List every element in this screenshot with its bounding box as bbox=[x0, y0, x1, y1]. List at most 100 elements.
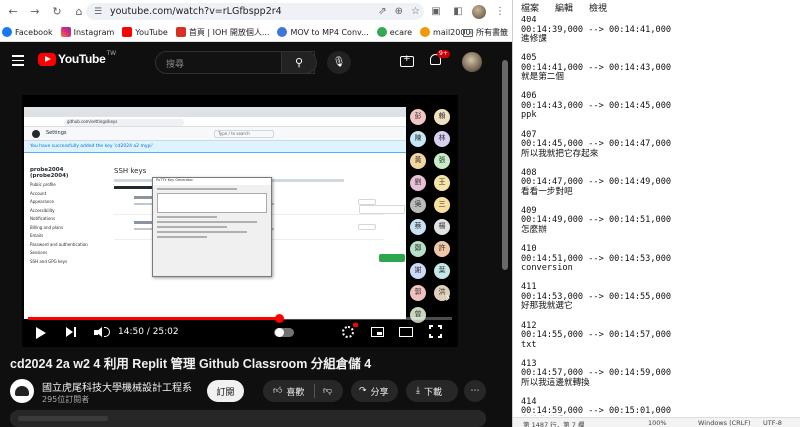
dislike-button[interactable]: 👎︎ bbox=[315, 386, 332, 396]
menu-edit[interactable]: 編輯 bbox=[555, 1, 573, 14]
all-bookmarks-folder[interactable]: 所有書籤 bbox=[463, 23, 508, 42]
video-sidebar-item: Accessibility bbox=[30, 207, 55, 213]
video-sidebar-item: Appearance bbox=[30, 199, 55, 204]
channel-name[interactable]: 國立虎尾科技大學機械設計工程系 bbox=[42, 379, 192, 394]
site-info-icon[interactable]: ☰ bbox=[92, 6, 104, 18]
text-line: 就是第二個 bbox=[521, 72, 564, 83]
channel-logo-icon bbox=[15, 386, 29, 396]
text-line: 00:14:43,000 --> 00:14:45,000 bbox=[521, 100, 672, 111]
bookmark-youtube[interactable]: YouTube bbox=[122, 27, 168, 37]
text-line: 怎麼辦 bbox=[521, 225, 547, 236]
mail-icon bbox=[420, 27, 431, 37]
video-sidebar-item: Password and authentication bbox=[30, 241, 88, 247]
notifications-button[interactable]: 9+ bbox=[430, 50, 450, 68]
search-icon: ⚲ bbox=[294, 56, 304, 69]
extensions-icon[interactable]: ▣ bbox=[428, 4, 444, 20]
folder-icon bbox=[463, 28, 473, 37]
guide-menu-icon[interactable] bbox=[12, 55, 24, 67]
participant-avatar: 謝 bbox=[410, 263, 426, 279]
video-sidebar-item: Notifications bbox=[30, 216, 56, 221]
notepad-text-area[interactable]: 404 00:14:39,000 --> 00:14:41,000 進修課 405 00… bbox=[521, 16, 791, 416]
back-icon[interactable]: ← bbox=[4, 3, 22, 21]
video-player[interactable]: github.com/settings/keys Settings Type /… bbox=[22, 95, 458, 347]
text-line: 所以我這邊就轉換 bbox=[521, 377, 590, 388]
text-line bbox=[521, 159, 791, 169]
bookmark-label: Facebook bbox=[15, 27, 53, 37]
chevron-right-icon[interactable]: › bbox=[445, 290, 457, 308]
video-sidebar-item: SSH and GPG keys bbox=[30, 258, 68, 264]
theater-mode-icon[interactable] bbox=[399, 327, 413, 337]
bookmark-ioh[interactable]: 首頁 | IOH 開放個人... bbox=[175, 27, 269, 38]
globe-icon bbox=[376, 27, 387, 37]
youtube-logo[interactable]: YouTube TW bbox=[38, 50, 116, 66]
desktop: ← → ↻ ⌂ ☰ youtube.com/watch?v=rLGfbspp2r… bbox=[0, 0, 800, 427]
miniplayer-icon[interactable] bbox=[371, 327, 384, 337]
zoom-level: 100% bbox=[648, 419, 667, 427]
autoplay-toggle[interactable] bbox=[274, 328, 294, 337]
play-icon[interactable] bbox=[36, 327, 46, 339]
download-label: 下載 bbox=[423, 387, 442, 398]
github-logo bbox=[32, 130, 40, 138]
video-title: cd2024 2a w2 4 利用 Replit 管理 Github Class… bbox=[10, 357, 372, 371]
forward-icon[interactable]: → bbox=[26, 3, 44, 21]
video-success-banner: You have successfully added the key 'cd2… bbox=[24, 141, 406, 153]
open-in-app-icon[interactable]: ⇗ bbox=[378, 6, 386, 17]
text-line: conversion bbox=[521, 263, 573, 274]
bookmark-star-icon[interactable]: ☆ bbox=[411, 6, 420, 17]
account-avatar[interactable] bbox=[462, 52, 482, 72]
bookmark-facebook[interactable]: Facebook bbox=[2, 27, 53, 37]
progress-bar[interactable] bbox=[28, 314, 452, 323]
voice-search-button[interactable]: 🎙︎ bbox=[327, 51, 351, 74]
address-bar[interactable]: ☰ youtube.com/watch?v=rLGfbspp2r4 ⇗ ⊕ ☆ bbox=[86, 3, 424, 20]
scrubber-handle[interactable] bbox=[275, 314, 285, 323]
download-icon: ⤓ bbox=[416, 386, 420, 396]
video-github-header: Settings Type / to search bbox=[24, 127, 406, 141]
facebook-icon bbox=[2, 27, 12, 37]
participant-avatar: 郭 bbox=[410, 285, 426, 301]
text-line: 00:14:49,000 --> 00:14:51,000 bbox=[521, 215, 672, 226]
browser-menu-icon[interactable]: ⋮ bbox=[492, 4, 508, 20]
profile-avatar[interactable] bbox=[472, 4, 486, 19]
participant-avatar: 王 bbox=[434, 175, 450, 191]
text-line: 看看一步對吧 bbox=[521, 186, 573, 197]
menu-view[interactable]: 檢視 bbox=[589, 1, 607, 14]
side-panel-icon[interactable]: ◧ bbox=[450, 4, 466, 20]
bookmark-instagram[interactable]: Instagram bbox=[60, 27, 114, 37]
bookmark-ecare[interactable]: ecare bbox=[376, 27, 413, 37]
settings-gear-icon[interactable] bbox=[342, 323, 358, 338]
share-button[interactable]: ↷ 分享 bbox=[351, 380, 398, 402]
zoom-icon[interactable]: ⊕ bbox=[395, 6, 403, 17]
create-video-icon[interactable] bbox=[400, 54, 414, 67]
reload-icon[interactable]: ↻ bbox=[48, 3, 66, 21]
video-sidebar-item: Emails bbox=[30, 233, 44, 238]
cursor-position: 第 1487 行，第 7 欄 bbox=[523, 421, 585, 427]
like-button[interactable]: 👍︎ 喜歡 bbox=[263, 384, 315, 398]
video-frame: github.com/settings/keys Settings Type /… bbox=[24, 107, 406, 319]
fullscreen-icon[interactable] bbox=[429, 325, 442, 338]
notepad-status-bar: 第 1487 行，第 7 欄 100% Windows (CRLF) UTF-8 bbox=[513, 417, 800, 427]
download-button[interactable]: ⤓ 下載 bbox=[406, 380, 458, 402]
url-text[interactable]: youtube.com/watch?v=rLGfbspp2r4 bbox=[110, 6, 282, 17]
text-line: 好那我就選它 bbox=[521, 301, 573, 312]
channel-avatar[interactable] bbox=[10, 379, 34, 403]
page-scrollbar[interactable] bbox=[500, 54, 510, 427]
description-box[interactable] bbox=[10, 410, 486, 427]
subscriber-count: 295位訂閱者 bbox=[42, 395, 90, 404]
youtube-play-icon bbox=[38, 52, 56, 66]
participant-avatar: 鄭 bbox=[410, 241, 426, 257]
subscribe-button[interactable]: 訂閱 bbox=[207, 380, 244, 402]
participant-avatar: 張 bbox=[434, 153, 450, 169]
menu-file[interactable]: 檔案 bbox=[521, 1, 539, 14]
video-new-key-button bbox=[379, 254, 405, 262]
search-button[interactable]: ⚲ bbox=[281, 51, 317, 74]
text-line bbox=[521, 388, 791, 398]
bookmark-mov-converter[interactable]: MOV to MP4 Conv... bbox=[277, 27, 369, 37]
text-line bbox=[521, 236, 791, 246]
more-actions-button[interactable]: ⋯ bbox=[464, 380, 486, 402]
scrollbar-thumb[interactable] bbox=[502, 60, 508, 270]
video-page-title: Settings bbox=[46, 130, 67, 136]
video-puttygen-dialog: PuTTY Key Generator bbox=[152, 177, 272, 277]
bookmark-label: ecare bbox=[389, 27, 413, 37]
notification-badge: 9+ bbox=[437, 50, 450, 58]
browser-toolbar: ← → ↻ ⌂ ☰ youtube.com/watch?v=rLGfbspp2r… bbox=[0, 0, 512, 23]
